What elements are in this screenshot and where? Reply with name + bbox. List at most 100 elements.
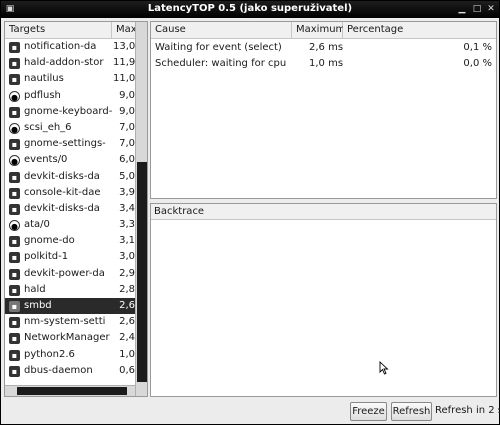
- target-name: scsi_eh_6: [24, 121, 72, 133]
- targets-horizontal-scrollbar[interactable]: [5, 385, 135, 396]
- maximize-icon[interactable]: □: [471, 3, 483, 15]
- target-row[interactable]: ▪ dbus-daemon 0,6: [5, 363, 135, 379]
- target-row[interactable]: ▪ nautilus 11,0: [5, 71, 135, 87]
- app-icon: ▪: [9, 236, 20, 248]
- target-max: 3,9: [119, 186, 135, 198]
- horizontal-scroll-thumb[interactable]: [17, 387, 127, 395]
- vertical-scroll-thumb[interactable]: [137, 162, 147, 382]
- target-row[interactable]: ▪ console-kit-dae 3,9: [5, 185, 135, 201]
- target-name: devkit-disks-da: [24, 170, 100, 182]
- app-icon: ▪: [9, 317, 20, 329]
- target-name: ata/0: [24, 219, 50, 231]
- targets-column-header[interactable]: Targets: [5, 22, 112, 39]
- latencytop-window: ▣ LatencyTOP 0.5 (jako superuživatel) ▁ …: [0, 0, 500, 425]
- target-row[interactable]: ▪ devkit-disks-da 3,4: [5, 201, 135, 217]
- app-icon: ▪: [9, 74, 20, 86]
- minimize-icon[interactable]: ▁: [456, 3, 468, 15]
- target-name: nautilus: [24, 73, 64, 85]
- app-icon: ▪: [9, 187, 20, 199]
- target-row[interactable]: ▪ notification-da 13,0: [5, 39, 135, 55]
- target-max: 9,0: [119, 89, 135, 101]
- maximum-column-header[interactable]: Maximum: [292, 22, 345, 39]
- target-max: 7,0: [119, 138, 135, 150]
- target-max: 2,6: [119, 300, 135, 311]
- target-row[interactable]: ▪ hald 2,8: [5, 282, 135, 298]
- target-max: 3,3: [119, 219, 135, 231]
- target-name: python2.6: [24, 348, 75, 360]
- target-row[interactable]: ▪ hald-addon-stor 11,9: [5, 55, 135, 71]
- app-icon: ▪: [9, 106, 20, 118]
- target-max: 2,6: [119, 316, 135, 328]
- tux-icon: ●: [9, 90, 20, 102]
- tux-icon: ●: [9, 220, 20, 232]
- target-row[interactable]: ▪ NetworkManager 2,4: [5, 330, 135, 346]
- target-name: gnome-settings-: [24, 138, 106, 150]
- app-icon: ▪: [9, 333, 20, 345]
- app-icon: ▪: [9, 301, 20, 312]
- target-max: 7,0: [119, 121, 135, 133]
- targets-vertical-scrollbar[interactable]: [135, 22, 147, 396]
- app-icon: ▪: [9, 139, 20, 151]
- app-icon: ▪: [9, 203, 20, 215]
- freeze-button[interactable]: Freeze: [350, 402, 387, 421]
- app-icon: ▪: [9, 349, 20, 361]
- percentage-column-header[interactable]: Percentage: [343, 22, 496, 39]
- max-column-header[interactable]: Max: [112, 22, 137, 39]
- refresh-button[interactable]: Refresh: [391, 402, 432, 421]
- target-max: 6,0: [119, 154, 135, 166]
- target-row[interactable]: ▪ gnome-keyboard- 9,0: [5, 104, 135, 120]
- target-name: dbus-daemon: [24, 364, 93, 376]
- target-max: 0,6: [119, 364, 135, 376]
- cause-row[interactable]: Scheduler: waiting for cpu 1,0 ms 0,0 %: [151, 56, 496, 72]
- cause-text: Scheduler: waiting for cpu: [155, 58, 287, 69]
- target-name: NetworkManager: [24, 332, 110, 344]
- target-row[interactable]: ▪ nm-system-setti 2,6: [5, 314, 135, 330]
- target-name: polkitd-1: [24, 251, 69, 263]
- app-icon: ▪: [9, 58, 20, 70]
- target-row[interactable]: ● pdflush 9,0: [5, 88, 135, 104]
- app-icon: ▪: [9, 171, 20, 183]
- targets-list[interactable]: Targets Max ▪ notification-da 13,0 ▪ hald-ad…: [4, 21, 148, 397]
- target-name: hald-addon-stor: [24, 57, 104, 69]
- target-name: console-kit-dae: [24, 186, 101, 198]
- cause-maximum: 2,6 ms: [309, 42, 344, 53]
- target-row[interactable]: ▪ devkit-power-da 2,9: [5, 266, 135, 282]
- target-name: events/0: [24, 154, 68, 166]
- target-max: 11,0: [113, 73, 136, 85]
- target-name: hald: [24, 283, 46, 295]
- target-max: 9,0: [119, 105, 135, 117]
- target-row[interactable]: ▪ python2.6 1,0: [5, 347, 135, 363]
- target-name: pdflush: [24, 89, 61, 101]
- target-max: 1,0: [119, 348, 135, 360]
- cause-column-header[interactable]: Cause: [151, 22, 292, 39]
- window-title: LatencyTOP 0.5 (jako superuživatel): [147, 3, 353, 14]
- target-row-selected[interactable]: ▪ smbd 2,6: [5, 298, 135, 315]
- target-name: gnome-do: [24, 235, 75, 247]
- target-name: nm-system-setti: [24, 316, 106, 328]
- app-icon: ▪: [9, 42, 20, 53]
- target-row[interactable]: ● events/0 6,0: [5, 152, 135, 168]
- target-row[interactable]: ● ata/0 3,3: [5, 217, 135, 233]
- causes-table[interactable]: Cause Maximum Percentage Waiting for eve…: [150, 21, 497, 199]
- app-icon: ▪: [9, 252, 20, 264]
- cause-row[interactable]: Waiting for event (select) 2,6 ms 0,1 %: [151, 40, 496, 56]
- target-row[interactable]: ▪ gnome-settings- 7,0: [5, 136, 135, 152]
- backtrace-panel[interactable]: Backtrace: [150, 203, 497, 397]
- app-icon: ▪: [9, 268, 20, 280]
- cause-percentage: 0,1 %: [463, 42, 492, 53]
- target-row[interactable]: ▪ devkit-disks-da 5,0: [5, 169, 135, 185]
- refresh-countdown: Refresh in 2 s: [435, 405, 500, 416]
- close-icon[interactable]: ✕: [485, 3, 497, 15]
- target-name: devkit-disks-da: [24, 202, 100, 214]
- target-name: notification-da: [24, 41, 97, 52]
- mouse-pointer-icon: [379, 361, 389, 375]
- titlebar[interactable]: ▣ LatencyTOP 0.5 (jako superuživatel) ▁ …: [1, 1, 499, 18]
- target-max: 13,0: [113, 41, 136, 52]
- target-row[interactable]: ● scsi_eh_6 7,0: [5, 120, 135, 136]
- target-max: 2,9: [119, 267, 135, 279]
- target-row[interactable]: ▪ polkitd-1 3,0: [5, 249, 135, 265]
- cause-percentage: 0,0 %: [463, 58, 492, 69]
- target-row[interactable]: ▪ gnome-do 3,1: [5, 233, 135, 249]
- cause-text: Waiting for event (select): [155, 42, 282, 53]
- backtrace-header: Backtrace: [151, 204, 496, 220]
